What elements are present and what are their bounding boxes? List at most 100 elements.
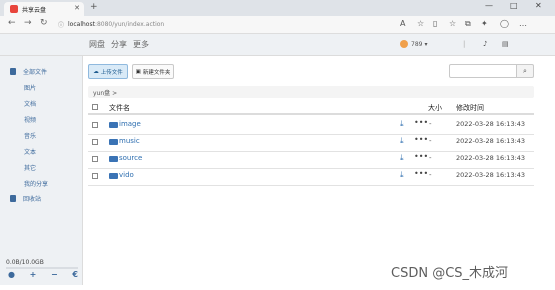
upload-file-button[interactable]: ☁ 上传文件 — [88, 64, 128, 79]
file-name-link[interactable]: source — [119, 154, 142, 162]
table-row[interactable]: source ⤓ ••• - 2022-03-28 16:13:43 — [88, 152, 534, 169]
file-icon — [10, 68, 16, 75]
minus-button[interactable]: − — [51, 270, 58, 279]
sidebar-item-images[interactable]: 图片 — [24, 83, 36, 92]
close-window-icon[interactable]: ✕ — [535, 1, 542, 10]
nav-share[interactable]: 分享 — [111, 39, 127, 50]
folder-plus-icon: ▣ — [135, 68, 141, 75]
sidebar-item-other[interactable]: 其它 — [24, 163, 36, 172]
sidebar-item-label: 回收站 — [23, 196, 42, 203]
sidebar-item-label: 我的分享 — [24, 181, 49, 188]
file-name-link[interactable]: image — [119, 120, 141, 128]
search-input[interactable] — [449, 64, 517, 78]
new-folder-button[interactable]: ▣ 新建文件夹 — [132, 64, 174, 79]
file-table-header: 文件名 大小 修改时间 — [88, 101, 534, 115]
download-icon[interactable]: ⤓ — [400, 153, 404, 163]
sidebar-item-label: 音乐 — [24, 133, 37, 140]
tab-close-icon[interactable]: ✕ — [74, 4, 80, 12]
file-name-link[interactable]: vido — [119, 171, 134, 179]
download-icon[interactable]: ⤓ — [400, 119, 404, 129]
watermark: CSDN @CS_木成河 — [391, 266, 509, 281]
table-row[interactable]: image ⤓ ••• - 2022-03-28 16:13:43 — [88, 118, 534, 135]
nav-more[interactable]: 更多 — [133, 39, 149, 50]
search-button[interactable]: ⌕ — [516, 64, 534, 78]
favorite-star-icon[interactable]: ☆ — [417, 19, 424, 28]
breadcrumb[interactable]: yun盘 > — [88, 86, 534, 98]
maximize-icon[interactable]: □ — [510, 1, 518, 10]
minimize-icon[interactable]: — — [485, 1, 493, 10]
table-row[interactable]: music ⤓ ••• - 2022-03-28 16:13:43 — [88, 135, 534, 152]
more-options-icon[interactable]: ••• — [414, 169, 428, 178]
file-size: - — [429, 154, 432, 162]
quota-text: 0.0B/10.0GB — [6, 259, 44, 266]
row-checkbox[interactable] — [92, 173, 98, 179]
extensions-icon[interactable]: ✦ — [481, 19, 488, 28]
favorites-icon[interactable]: ☆ — [449, 19, 456, 28]
row-checkbox[interactable] — [92, 156, 98, 162]
back-icon[interactable]: ← — [8, 18, 16, 28]
settings-more-icon[interactable]: … — [519, 19, 527, 28]
nav-netdisk[interactable]: 网盘 — [89, 39, 105, 50]
sidebar-item-my-shares[interactable]: 我的分享 — [24, 179, 48, 188]
sidebar-item-all-files[interactable]: 全部文件 — [10, 67, 47, 76]
column-size[interactable]: 大小 — [428, 103, 442, 113]
profile-icon[interactable]: ◯ — [500, 19, 509, 28]
sidebar-item-text[interactable]: 文本 — [24, 147, 36, 156]
column-name[interactable]: 文件名 — [109, 103, 130, 113]
file-size: - — [429, 171, 432, 179]
more-options-icon[interactable]: ••• — [414, 135, 428, 144]
browser-tab[interactable]: 共享云盘 ✕ — [4, 2, 84, 16]
sidebar-item-documents[interactable]: 文档 — [24, 99, 36, 108]
euro-button[interactable]: € — [72, 270, 78, 279]
sidebar-item-label: 文档 — [24, 101, 37, 108]
sidebar-item-label: 全部文件 — [23, 69, 48, 76]
plus-button[interactable]: + — [30, 270, 37, 279]
cloud-upload-icon: ☁ — [93, 68, 99, 75]
caret-down-icon: ▾ — [424, 40, 428, 48]
tab-title: 共享云盘 — [22, 6, 47, 14]
url-host: localhost — [68, 21, 95, 28]
row-checkbox[interactable] — [92, 122, 98, 128]
download-icon[interactable]: ⤓ — [400, 170, 404, 180]
row-checkbox[interactable] — [92, 139, 98, 145]
collections-icon[interactable]: ⧉ — [465, 19, 471, 29]
sidebar: 全部文件 图片 文档 视频 音乐 文本 其它 我的分享 回收站 0.0B/10.… — [0, 56, 83, 285]
split-screen-icon[interactable]: ▯ — [433, 19, 437, 28]
dot-button[interactable]: ● — [8, 270, 15, 279]
sidebar-bottom-buttons: ● + − € — [8, 270, 78, 279]
file-size: - — [429, 137, 432, 145]
sidebar-item-label: 文本 — [24, 149, 37, 156]
read-aloud-icon[interactable]: A — [400, 19, 405, 28]
app-header: 网盘 分享 更多 789 ▾ | ♪ ▤ — [0, 34, 555, 56]
reload-icon[interactable]: ↻ — [40, 18, 48, 28]
sidebar-item-music[interactable]: 音乐 — [24, 131, 36, 140]
column-time[interactable]: 修改时间 — [456, 103, 484, 113]
table-row[interactable]: vido ⤓ ••• - 2022-03-28 16:13:43 — [88, 169, 534, 186]
modified-time: 2022-03-28 16:13:43 — [456, 137, 526, 145]
site-info-icon[interactable]: ⓘ — [58, 20, 64, 29]
folder-icon — [109, 156, 118, 162]
avatar — [400, 40, 408, 48]
top-nav: 网盘 分享 更多 — [89, 39, 149, 50]
more-options-icon[interactable]: ••• — [414, 118, 428, 127]
modified-time: 2022-03-28 16:13:43 — [456, 120, 526, 128]
modified-time: 2022-03-28 16:13:43 — [456, 171, 526, 179]
url-path: :8080/yun/index.action — [94, 21, 165, 28]
sidebar-item-videos[interactable]: 视频 — [24, 115, 36, 124]
forward-icon[interactable]: → — [24, 18, 32, 28]
more-options-icon[interactable]: ••• — [414, 152, 428, 161]
bell-icon[interactable]: ♪ — [483, 40, 487, 48]
browser-tab-bar: 共享云盘 ✕ + — □ ✕ — [0, 0, 555, 16]
trash-icon — [10, 195, 16, 202]
divider: | — [463, 40, 466, 48]
file-name-link[interactable]: music — [119, 137, 140, 145]
user-menu[interactable]: 789 ▾ — [400, 40, 427, 48]
sidebar-item-recycle-bin[interactable]: 回收站 — [10, 194, 41, 203]
address-bar[interactable]: ⓘ localhost:8080/yun/index.action — [58, 18, 164, 31]
folder-icon — [109, 173, 118, 179]
folder-icon — [109, 122, 118, 128]
select-all-checkbox[interactable] — [92, 104, 98, 110]
grid-menu-icon[interactable]: ▤ — [502, 40, 509, 48]
download-icon[interactable]: ⤓ — [400, 136, 404, 146]
new-tab-icon[interactable]: + — [90, 2, 98, 12]
